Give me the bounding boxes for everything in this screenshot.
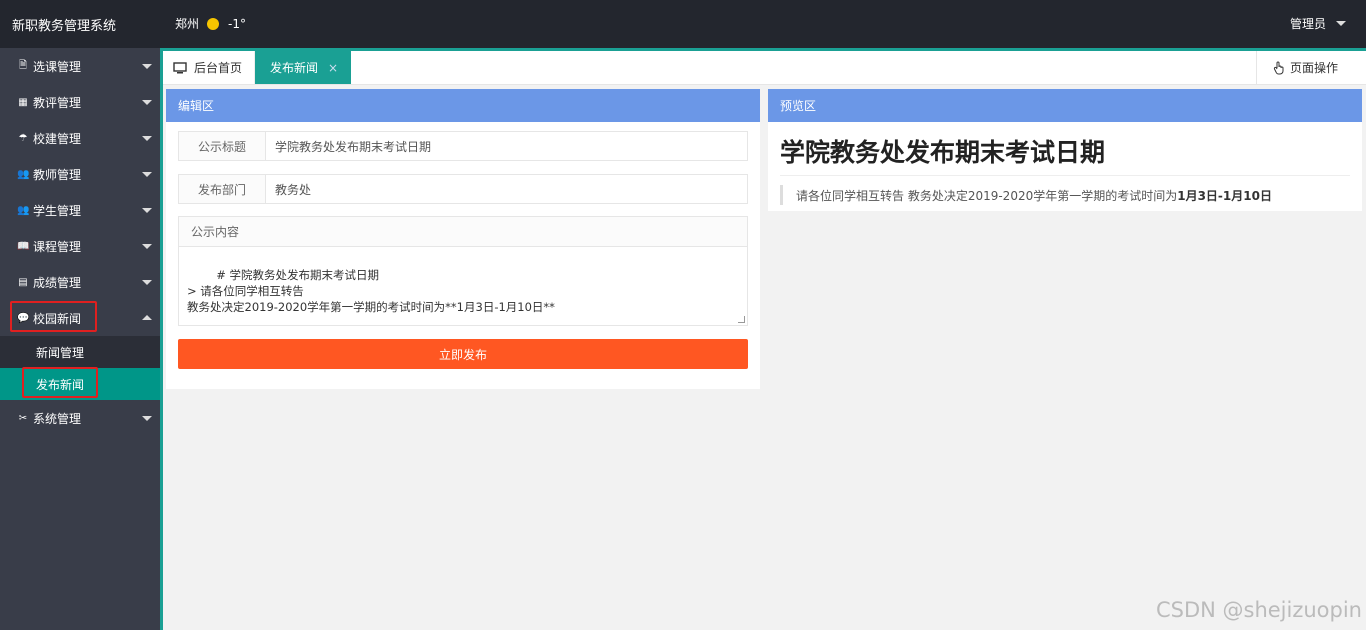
preview-quote-text: 请各位同学相互转告 教务处决定2019-2020学年第一学期的考试时间为: [796, 188, 1178, 203]
chat-icon: 💬: [17, 312, 30, 324]
preview-heading: 预览区: [768, 89, 1362, 122]
preview-blockquote: 请各位同学相互转告 教务处决定2019-2020学年第一学期的考试时间为 1月3日…: [780, 185, 1272, 205]
chevron-down-icon: [142, 64, 152, 69]
content-textarea[interactable]: # 学院教务处发布期末考试日期 > 请各位同学相互转告 教务处决定2019-20…: [179, 247, 747, 325]
sidebar-item-teachers[interactable]: 👥 教师管理: [0, 156, 160, 192]
sidebar-item-campus-build[interactable]: ☂ 校建管理: [0, 120, 160, 156]
submenu-campus-news: 新闻管理 发布新闻: [0, 336, 160, 400]
main-area: 后台首页 发布新闻 × 页面操作 编辑区 公示标题 学院教务处发布期末考试日期 …: [160, 48, 1366, 630]
sidebar-item-campus-news[interactable]: 💬 校园新闻: [0, 300, 160, 336]
page-ops-label: 页面操作: [1290, 61, 1339, 75]
chevron-up-icon: [142, 315, 152, 320]
sun-icon: [207, 17, 220, 30]
preview-panel: 预览区 学院教务处发布期末考试日期 请各位同学相互转告 教务处决定2019-20…: [768, 89, 1362, 211]
tab-label: 后台首页: [194, 61, 243, 75]
users-icon: 👥: [17, 204, 30, 216]
monitor-icon: [173, 61, 187, 73]
tab-bar: 后台首页 发布新闻 × 页面操作: [163, 48, 1366, 85]
top-header: 新职教务管理系统 郑州 -1° 管理员: [0, 0, 1366, 48]
book-icon: 📖: [17, 240, 30, 252]
preview-title: 学院教务处发布期末考试日期: [780, 133, 1350, 176]
sidebar-item-system[interactable]: ✂ 系统管理: [0, 400, 160, 436]
editor-heading: 编辑区: [166, 89, 760, 122]
resize-handle-icon[interactable]: [738, 316, 745, 323]
sidebar-item-label: 系统管理: [33, 411, 82, 426]
watermark: CSDN @shejizuopin: [1155, 598, 1362, 622]
sidebar-item-label: 教评管理: [33, 95, 82, 110]
grid-icon: ▦: [18, 96, 28, 108]
sidebar-subitem-news-manage[interactable]: 新闻管理: [0, 336, 160, 368]
sidebar-item-courses[interactable]: 📖 课程管理: [0, 228, 160, 264]
chevron-down-icon: [142, 172, 152, 177]
tab-home[interactable]: 后台首页: [163, 51, 255, 84]
user-name: 管理员: [1289, 17, 1326, 31]
sidebar-item-students[interactable]: 👥 学生管理: [0, 192, 160, 228]
sidebar-item-course-selection[interactable]: 🗎 选课管理: [0, 48, 160, 84]
sidebar-item-label: 教师管理: [33, 167, 82, 182]
form-icon: ▤: [18, 276, 28, 288]
title-input[interactable]: 学院教务处发布期末考试日期: [266, 132, 747, 160]
document-icon: 🗎: [18, 59, 28, 71]
department-label: 发布部门: [179, 175, 266, 203]
users-icon: 👥: [17, 168, 30, 180]
tab-label: 发布新闻: [270, 61, 319, 75]
city-label: 郑州: [175, 17, 200, 31]
sidebar-item-label: 校园新闻: [33, 311, 82, 326]
sidebar: 🗎 选课管理 ▦ 教评管理 ☂ 校建管理 👥 教师管理 👥 学生管理 📖 课程管…: [0, 48, 160, 630]
tools-icon: ✂: [18, 412, 28, 424]
title-label: 公示标题: [179, 132, 266, 160]
tab-publish-news[interactable]: 发布新闻 ×: [255, 51, 351, 84]
sidebar-item-label: 学生管理: [33, 203, 82, 218]
department-row: 发布部门 教务处: [178, 174, 748, 204]
chevron-down-icon: [142, 280, 152, 285]
umbrella-icon: ☂: [18, 132, 28, 144]
editor-panel: 编辑区 公示标题 学院教务处发布期末考试日期 发布部门 教务处 公示内容 # 学…: [166, 89, 760, 389]
content-text: # 学院教务处发布期末考试日期 > 请各位同学相互转告 教务处决定2019-20…: [187, 268, 555, 314]
page-operations-button[interactable]: 页面操作: [1256, 51, 1366, 84]
app-title: 新职教务管理系统: [12, 19, 117, 34]
chevron-down-icon: [142, 208, 152, 213]
content-box: 公示内容 # 学院教务处发布期末考试日期 > 请各位同学相互转告 教务处决定20…: [178, 216, 748, 326]
chevron-down-icon: [142, 416, 152, 421]
sidebar-item-label: 成绩管理: [33, 275, 82, 290]
weather-widget: 郑州 -1°: [175, 15, 246, 32]
chevron-down-icon: [142, 244, 152, 249]
chevron-down-icon: [1336, 21, 1346, 26]
publish-button[interactable]: 立即发布: [178, 339, 748, 369]
sidebar-item-label: 课程管理: [33, 239, 82, 254]
sidebar-item-label: 校建管理: [33, 131, 82, 146]
chevron-down-icon: [142, 100, 152, 105]
department-input[interactable]: 教务处: [266, 175, 747, 203]
sidebar-item-teaching-eval[interactable]: ▦ 教评管理: [0, 84, 160, 120]
sidebar-subitem-publish-news[interactable]: 发布新闻: [0, 368, 160, 400]
hand-pointer-icon: [1273, 61, 1284, 74]
sidebar-item-label: 选课管理: [33, 59, 82, 74]
chevron-down-icon: [142, 136, 152, 141]
preview-quote-bold: 1月3日-1月10日: [1177, 188, 1272, 203]
sidebar-item-grades[interactable]: ▤ 成绩管理: [0, 264, 160, 300]
content-label: 公示内容: [179, 217, 747, 247]
temperature-label: -1°: [228, 16, 246, 31]
user-menu[interactable]: 管理员: [1290, 15, 1346, 32]
title-row: 公示标题 学院教务处发布期末考试日期: [178, 131, 748, 161]
close-icon[interactable]: ×: [328, 61, 338, 75]
